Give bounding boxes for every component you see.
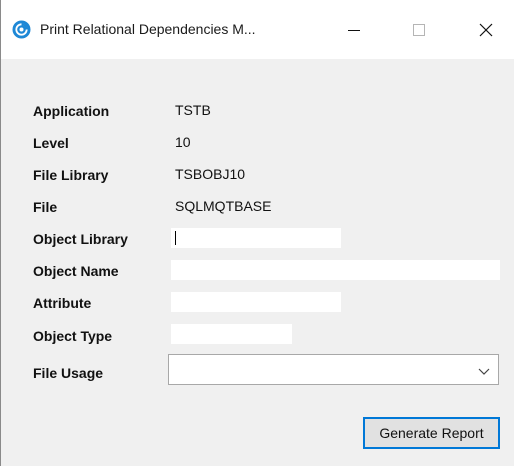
level-label: Level — [33, 135, 69, 151]
object-name-field[interactable] — [171, 260, 500, 280]
level-value: 10 — [175, 134, 191, 150]
minimize-icon — [348, 30, 360, 31]
attribute-label: Attribute — [33, 295, 92, 311]
object-library-field[interactable] — [171, 228, 341, 248]
maximize-button[interactable] — [396, 10, 442, 50]
chevron-down-icon — [478, 364, 490, 376]
file-usage-dropdown[interactable] — [168, 354, 499, 385]
title-bar[interactable]: Print Relational Dependencies M... — [1, 0, 514, 59]
file-usage-label: File Usage — [33, 365, 104, 381]
file-label: File — [33, 199, 58, 215]
attribute-field[interactable] — [171, 292, 341, 312]
print-relational-dependencies-window: Print Relational Dependencies M... Appli… — [0, 0, 514, 466]
close-button[interactable] — [463, 10, 509, 50]
object-library-label: Object Library — [33, 231, 128, 247]
file-library-value: TSBOBJ10 — [175, 166, 246, 182]
object-type-field[interactable] — [171, 324, 292, 344]
file-value: SQLMQTBASE — [175, 198, 272, 214]
application-label: Application — [33, 103, 110, 119]
application-value: TSTB — [175, 102, 211, 118]
close-icon — [479, 23, 493, 37]
minimize-button[interactable] — [331, 10, 377, 50]
app-swirl-icon — [12, 20, 31, 39]
maximize-icon — [413, 24, 425, 36]
generate-report-button[interactable]: Generate Report — [363, 417, 500, 449]
file-library-label: File Library — [33, 167, 109, 183]
window-title: Print Relational Dependencies M... — [40, 21, 256, 37]
object-type-label: Object Type — [33, 328, 113, 344]
text-caret — [175, 231, 176, 245]
object-name-label: Object Name — [33, 263, 119, 279]
